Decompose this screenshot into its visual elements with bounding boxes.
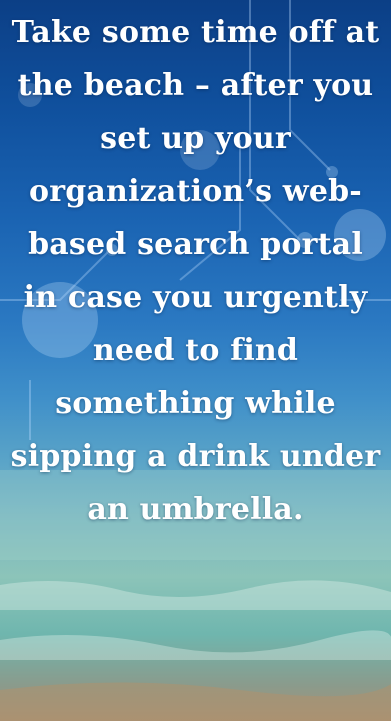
poster-message: Take some time off at the beach – after …: [10, 15, 381, 527]
beach-poster: Take some time off at the beach – after …: [0, 0, 391, 721]
